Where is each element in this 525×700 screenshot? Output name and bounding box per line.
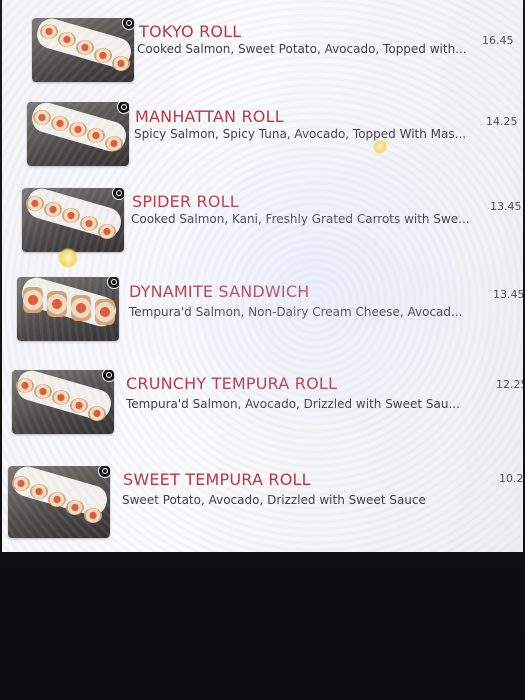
manhattan-roll-image[interactable] xyxy=(27,102,129,166)
menu-item-sweet-tempura-roll[interactable]: SWEET TEMPURA ROLL Sweet Potato, Avocado… xyxy=(2,460,523,540)
menu-item-dynamite-sandwich[interactable]: DYNAMITE SANDWICH Tempura'd Salmon, Non-… xyxy=(2,273,523,353)
zoom-icon[interactable] xyxy=(122,18,134,30)
item-name: CRUNCHY TEMPURA ROLL xyxy=(126,374,338,393)
item-description: Spicy Salmon, Spicy Tuna, Avocado, Toppe… xyxy=(134,127,467,141)
menu-screen: TOKYO ROLL Cooked Salmon, Sweet Potato, … xyxy=(2,0,523,552)
item-price: 10.25 xyxy=(499,472,523,485)
item-description: Tempura'd Salmon, Non-Dairy Cream Cheese… xyxy=(129,305,463,319)
zoom-icon[interactable] xyxy=(117,102,129,114)
item-name: SPIDER ROLL xyxy=(132,192,239,211)
zoom-icon[interactable] xyxy=(98,466,110,478)
item-description: Sweet Potato, Avocado, Drizzled with Swe… xyxy=(122,493,426,507)
zoom-icon[interactable] xyxy=(102,370,114,382)
item-price: 12.25 xyxy=(496,378,523,391)
item-description: Cooked Salmon, Sweet Potato, Avocado, To… xyxy=(137,42,467,56)
item-price: 13.45 xyxy=(490,200,522,213)
item-price: 14.25 xyxy=(486,115,518,128)
item-price: 13.45 xyxy=(493,288,523,301)
menu-item-spider-roll[interactable]: SPIDER ROLL Cooked Salmon, Kani, Freshly… xyxy=(2,184,523,264)
menu-item-crunchy-tempura-roll[interactable]: CRUNCHY TEMPURA ROLL Tempura'd Salmon, A… xyxy=(2,365,523,445)
zoom-icon[interactable] xyxy=(112,188,124,200)
item-name: SWEET TEMPURA ROLL xyxy=(123,470,311,489)
crunchy-tempura-roll-image[interactable] xyxy=(12,370,114,434)
item-price: 16.45 xyxy=(482,34,514,47)
item-name: TOKYO ROLL xyxy=(139,22,242,41)
zoom-icon[interactable] xyxy=(107,277,119,289)
menu-item-tokyo-roll[interactable]: TOKYO ROLL Cooked Salmon, Sweet Potato, … xyxy=(2,14,523,94)
menu-item-manhattan-roll[interactable]: MANHATTAN ROLL Spicy Salmon, Spicy Tuna,… xyxy=(2,99,523,179)
item-description: Cooked Salmon, Kani, Freshly Grated Carr… xyxy=(131,212,470,226)
dynamite-sandwich-image[interactable] xyxy=(17,277,119,341)
item-name: DYNAMITE SANDWICH xyxy=(129,282,310,301)
item-description: Tempura'd Salmon, Avocado, Drizzled with… xyxy=(126,397,460,411)
item-name: MANHATTAN ROLL xyxy=(135,107,284,126)
spider-roll-image[interactable] xyxy=(22,188,124,252)
glare-spot xyxy=(373,140,387,154)
tokyo-roll-image[interactable] xyxy=(32,18,134,82)
glare-spot xyxy=(58,248,78,268)
sweet-tempura-roll-image[interactable] xyxy=(8,466,110,538)
